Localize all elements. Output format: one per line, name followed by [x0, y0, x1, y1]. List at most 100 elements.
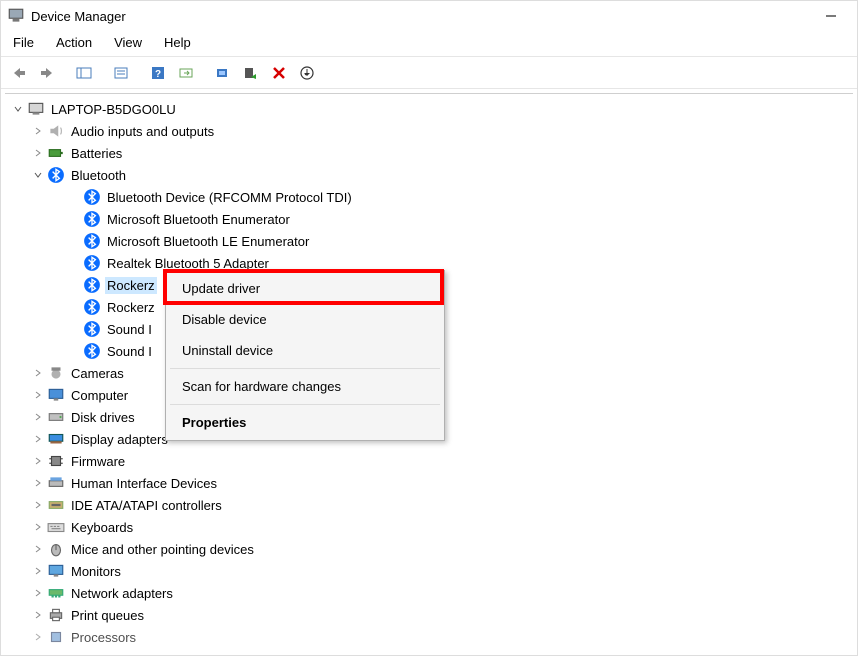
minimize-button[interactable]: [811, 4, 851, 28]
tree-item-label: Microsoft Bluetooth LE Enumerator: [105, 233, 311, 250]
chevron-right-icon[interactable]: [31, 366, 45, 380]
chevron-right-icon[interactable]: [31, 432, 45, 446]
monitor-icon: [47, 386, 65, 404]
sort-button[interactable]: [295, 62, 319, 84]
chevron-right-icon[interactable]: [31, 454, 45, 468]
tree-root-label: LAPTOP-B5DGO0LU: [49, 101, 178, 118]
context-menu-update-driver[interactable]: Update driver: [166, 273, 444, 304]
device-manager-icon: [7, 7, 25, 25]
disable-device-button[interactable]: [239, 62, 263, 84]
battery-icon: [47, 144, 65, 162]
menu-help[interactable]: Help: [162, 33, 193, 52]
tree-item-label: Display adapters: [69, 431, 170, 448]
ide-icon: [47, 496, 65, 514]
device-tree: LAPTOP-B5DGO0LU Audio inputs and outputs…: [5, 93, 853, 649]
bluetooth-icon: [83, 276, 101, 294]
tree-item-label: Human Interface Devices: [69, 475, 219, 492]
menu-separator: [170, 404, 440, 405]
chevron-down-icon[interactable]: [31, 168, 45, 182]
chevron-right-icon[interactable]: [31, 146, 45, 160]
update-driver-button[interactable]: [211, 62, 235, 84]
menubar: File Action View Help: [1, 31, 857, 57]
tree-item-hid[interactable]: Human Interface Devices: [5, 472, 853, 494]
tree-item-bt-device[interactable]: Microsoft Bluetooth Enumerator: [5, 208, 853, 230]
speaker-icon: [47, 122, 65, 140]
back-button[interactable]: [7, 62, 31, 84]
mouse-icon: [47, 540, 65, 558]
tree-root[interactable]: LAPTOP-B5DGO0LU: [5, 98, 853, 120]
tree-item-label: Cameras: [69, 365, 126, 382]
menu-file[interactable]: File: [11, 33, 36, 52]
chevron-right-icon[interactable]: [31, 388, 45, 402]
chevron-right-icon[interactable]: [31, 410, 45, 424]
chevron-right-icon[interactable]: [31, 542, 45, 556]
tree-item-label: Computer: [69, 387, 130, 404]
cpu-icon: [47, 628, 65, 646]
bluetooth-icon: [83, 210, 101, 228]
bluetooth-icon: [83, 232, 101, 250]
window-title: Device Manager: [31, 9, 126, 24]
tree-item-network[interactable]: Network adapters: [5, 582, 853, 604]
menu-view[interactable]: View: [112, 33, 144, 52]
chevron-right-icon[interactable]: [31, 520, 45, 534]
printer-icon: [47, 606, 65, 624]
tree-item-ide[interactable]: IDE ATA/ATAPI controllers: [5, 494, 853, 516]
display-adapter-icon: [47, 430, 65, 448]
context-menu-disable-device[interactable]: Disable device: [166, 304, 444, 335]
tree-item-label: Batteries: [69, 145, 124, 162]
tree-item-label: Network adapters: [69, 585, 175, 602]
bluetooth-icon: [83, 254, 101, 272]
toolbar: ?: [1, 57, 857, 89]
tree-item-monitors[interactable]: Monitors: [5, 560, 853, 582]
chevron-right-icon[interactable]: [31, 476, 45, 490]
tree-item-label: Sound I: [105, 343, 154, 360]
chevron-right-icon[interactable]: [31, 630, 45, 644]
tree-item-bluetooth[interactable]: Bluetooth: [5, 164, 853, 186]
chevron-right-icon[interactable]: [31, 124, 45, 138]
context-menu: Update driver Disable device Uninstall d…: [165, 270, 445, 441]
tree-item-batteries[interactable]: Batteries: [5, 142, 853, 164]
tree-item-audio[interactable]: Audio inputs and outputs: [5, 120, 853, 142]
titlebar: Device Manager: [1, 1, 857, 31]
tree-item-label: Microsoft Bluetooth Enumerator: [105, 211, 292, 228]
tree-item-label: Bluetooth Device (RFCOMM Protocol TDI): [105, 189, 354, 206]
chevron-right-icon[interactable]: [31, 498, 45, 512]
tree-item-label: Mice and other pointing devices: [69, 541, 256, 558]
tree-item-print[interactable]: Print queues: [5, 604, 853, 626]
forward-button[interactable]: [35, 62, 59, 84]
chevron-down-icon[interactable]: [11, 102, 25, 116]
tree-item-label: Firmware: [69, 453, 127, 470]
tree-item-label: Audio inputs and outputs: [69, 123, 216, 140]
hid-icon: [47, 474, 65, 492]
chevron-right-icon[interactable]: [31, 586, 45, 600]
tree-item-label: IDE ATA/ATAPI controllers: [69, 497, 224, 514]
properties-button[interactable]: [109, 62, 133, 84]
tree-item-firmware[interactable]: Firmware: [5, 450, 853, 472]
context-menu-uninstall-device[interactable]: Uninstall device: [166, 335, 444, 366]
context-menu-properties[interactable]: Properties: [166, 407, 444, 438]
disk-icon: [47, 408, 65, 426]
tree-item-label: Bluetooth: [69, 167, 128, 184]
tree-item-label: Keyboards: [69, 519, 135, 536]
tree-item-label: Sound I: [105, 321, 154, 338]
tree-item-processors[interactable]: Processors: [5, 626, 853, 648]
tree-item-bt-device[interactable]: Bluetooth Device (RFCOMM Protocol TDI): [5, 186, 853, 208]
menu-action[interactable]: Action: [54, 33, 94, 52]
chip-icon: [47, 452, 65, 470]
tree-item-label: Print queues: [69, 607, 146, 624]
help-button[interactable]: ?: [146, 62, 170, 84]
tree-item-label: Realtek Bluetooth 5 Adapter: [105, 255, 271, 272]
scan-hardware-button[interactable]: [174, 62, 198, 84]
camera-icon: [47, 364, 65, 382]
tree-item-label: Rockerz: [105, 299, 157, 316]
context-menu-scan[interactable]: Scan for hardware changes: [166, 371, 444, 402]
chevron-right-icon[interactable]: [31, 564, 45, 578]
show-hide-console-button[interactable]: [72, 62, 96, 84]
tree-item-label: Processors: [69, 629, 138, 646]
tree-item-mice[interactable]: Mice and other pointing devices: [5, 538, 853, 560]
monitor-icon: [47, 562, 65, 580]
tree-item-keyboards[interactable]: Keyboards: [5, 516, 853, 538]
chevron-right-icon[interactable]: [31, 608, 45, 622]
uninstall-device-button[interactable]: [267, 62, 291, 84]
tree-item-bt-device[interactable]: Microsoft Bluetooth LE Enumerator: [5, 230, 853, 252]
